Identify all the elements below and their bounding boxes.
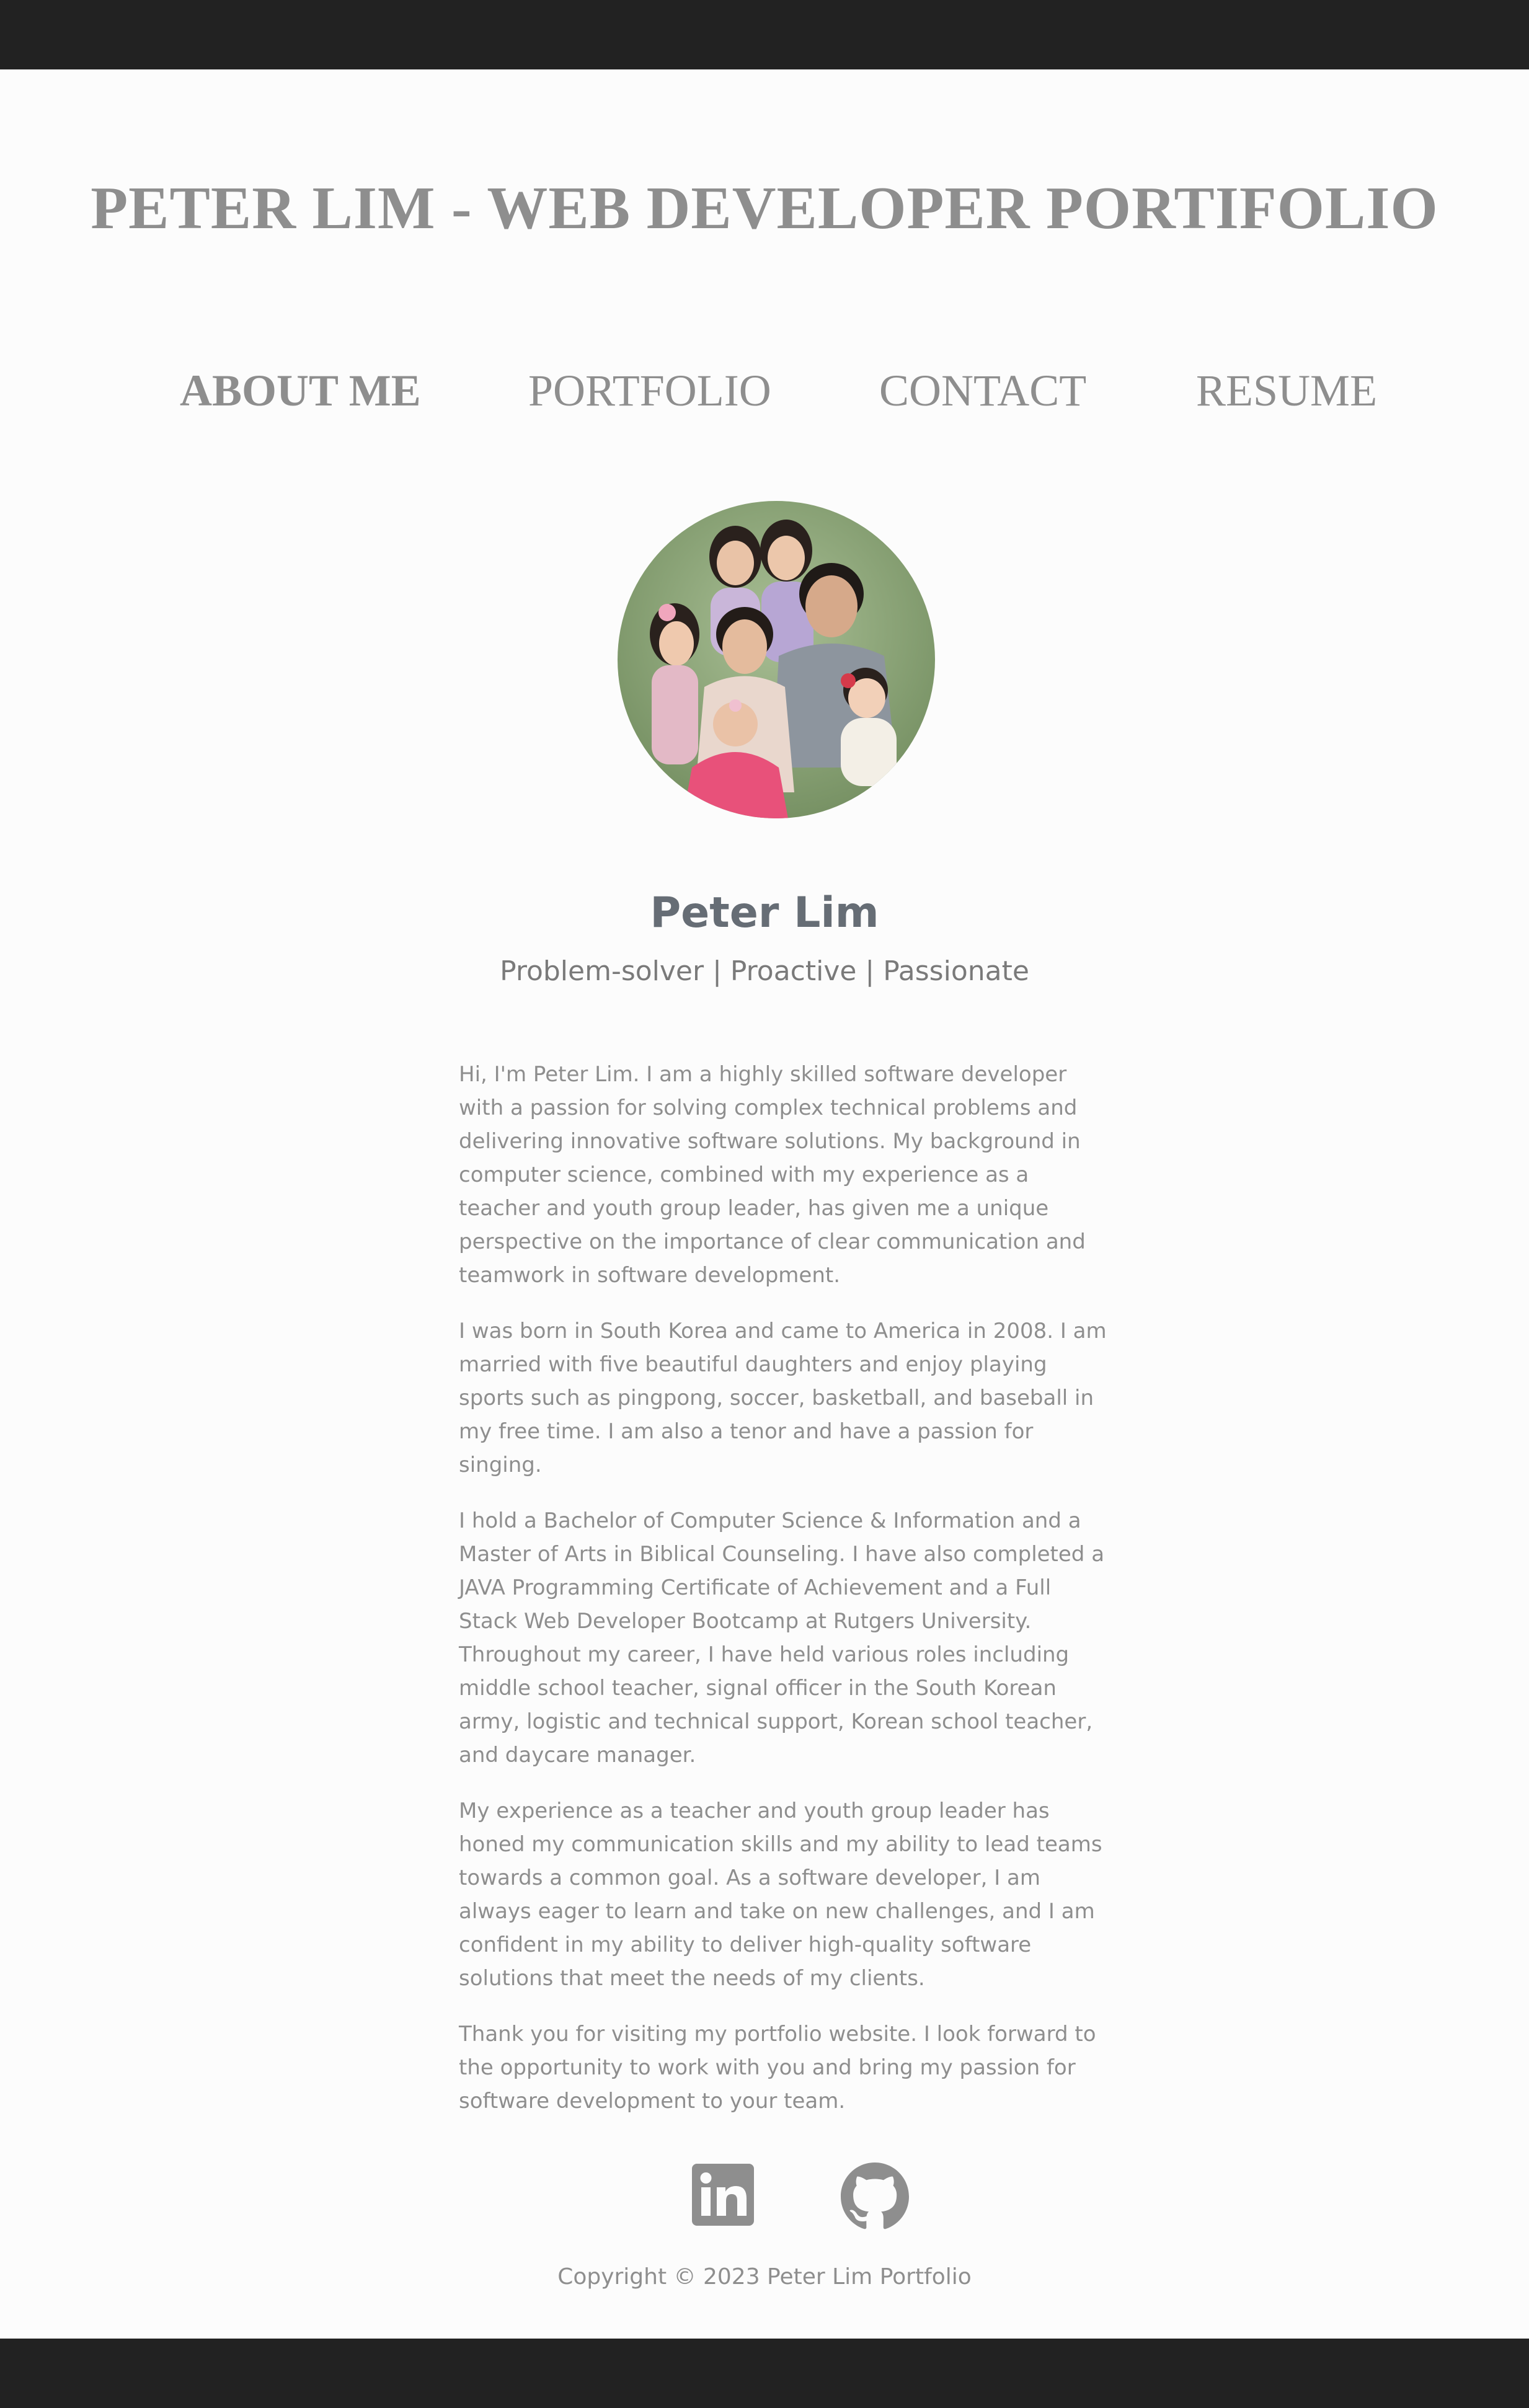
nav-contact[interactable]: CONTACT bbox=[879, 360, 1086, 422]
nav-portfolio[interactable]: PORTFOLIO bbox=[528, 360, 771, 422]
nav-about-me[interactable]: ABOUT ME bbox=[180, 360, 421, 422]
bio-paragraph-4: My experience as a teacher and youth gro… bbox=[459, 1799, 1102, 1991]
github-icon bbox=[841, 2162, 909, 2229]
bio-paragraph-2: I was born in South Korea and came to Am… bbox=[459, 1319, 1107, 1477]
site-title: PETER LIM - WEB DEVELOPER PORTIFOLIO bbox=[91, 175, 1438, 242]
bio-paragraph-1: Hi, I'm Peter Lim. I am a highly skilled… bbox=[459, 1062, 1086, 1288]
profile-name: Peter Lim bbox=[650, 888, 879, 937]
linkedin-icon bbox=[692, 2164, 754, 2226]
bio-paragraph-5: Thank you for visiting my portfolio webs… bbox=[459, 2022, 1096, 2114]
bottom-bar bbox=[0, 2339, 1529, 2408]
github-link[interactable] bbox=[841, 2162, 909, 2233]
bio-paragraph-3: I hold a Bachelor of Computer Science & … bbox=[459, 1508, 1105, 1768]
copyright-text: Copyright © 2023 Peter Lim Portfolio bbox=[557, 2264, 972, 2290]
family-photo-icon bbox=[618, 501, 935, 818]
profile-tagline: Problem-solver | Proactive | Passionate bbox=[500, 955, 1029, 987]
about-section: Hi, I'm Peter Lim. I am a highly skilled… bbox=[459, 1058, 1110, 2140]
linkedin-link[interactable] bbox=[691, 2162, 755, 2229]
profile-photo bbox=[618, 501, 935, 818]
main-nav: ABOUT ME PORTFOLIO CONTACT RESUME bbox=[0, 360, 1529, 422]
social-links bbox=[0, 2162, 1529, 2231]
nav-resume[interactable]: RESUME bbox=[1196, 360, 1377, 422]
top-bar bbox=[0, 0, 1529, 69]
